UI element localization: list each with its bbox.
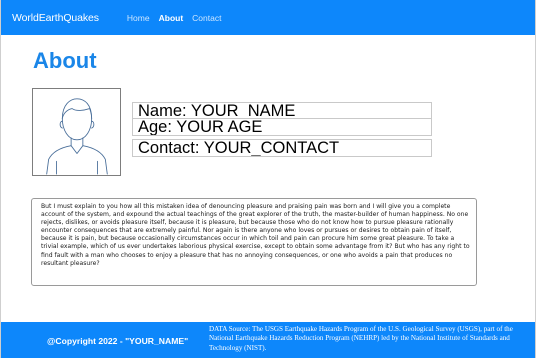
- profile-age: Age: YOUR AGE: [132, 118, 432, 136]
- page-title: About: [33, 48, 97, 73]
- data-source-text: DATA Source: The USGS Earthquake Hazards…: [209, 325, 513, 352]
- about-text-box[interactable]: But I must explain to you how all this m…: [31, 198, 477, 286]
- profile-name: Name: YOUR_NAME: [132, 102, 432, 119]
- footer: @Copyright 2022 - "YOUR_NAME" DATA Sourc…: [1, 322, 535, 358]
- avatar: [32, 88, 121, 176]
- brand-link[interactable]: WorldEarthQuakes: [12, 12, 99, 24]
- user-outline-icon: [46, 98, 108, 175]
- about-paragraph: But I must explain to you how all this m…: [41, 203, 470, 267]
- profile-contact: Contact: YOUR_CONTACT: [132, 139, 432, 157]
- copyright-text: @Copyright 2022 - "YOUR_NAME": [47, 336, 189, 346]
- navbar: WorldEarthQuakes Home About Contact: [1, 0, 535, 35]
- nav-link-home[interactable]: Home: [127, 13, 150, 23]
- nav-link-contact[interactable]: Contact: [192, 13, 221, 23]
- nav-link-about[interactable]: About: [159, 13, 184, 23]
